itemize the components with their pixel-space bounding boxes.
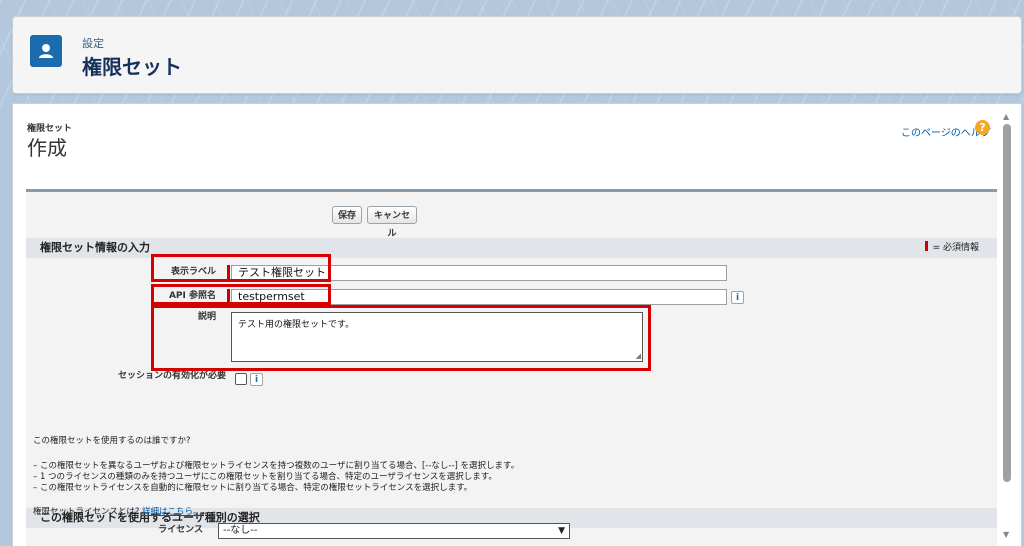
chevron-down-icon: ▼ xyxy=(558,526,565,536)
info-icon[interactable]: i xyxy=(731,291,744,304)
cancel-button[interactable]: キャンセル xyxy=(367,206,417,239)
save-button[interactable]: 保存 xyxy=(332,206,362,224)
highlight-box-description xyxy=(151,305,651,371)
scrollbar[interactable]: ▲ ▼ xyxy=(999,104,1019,546)
license-select-value: --なし-- xyxy=(223,525,258,536)
license-help-text: 権限セットライセンスとは? xyxy=(33,507,140,517)
required-legend-text: = 必須情報 xyxy=(932,243,979,253)
required-marker-icon xyxy=(924,241,928,251)
license-label: ライセンス xyxy=(158,525,203,535)
required-legend: = 必須情報 xyxy=(924,238,979,258)
scrollbar-thumb[interactable] xyxy=(1003,124,1011,482)
scroll-down-icon[interactable]: ▼ xyxy=(1003,530,1009,539)
session-activation-checkbox[interactable] xyxy=(235,373,247,385)
info-icon[interactable]: i xyxy=(250,373,263,386)
license-question: この権限セットを使用するのは誰ですか? xyxy=(33,436,191,446)
user-icon xyxy=(30,35,62,67)
license-select[interactable]: --なし-- ▼ xyxy=(218,523,570,539)
help-icon[interactable]: ? xyxy=(975,120,990,135)
license-bullet: – この権限セットライセンスを自動的に権限セットに割り当てる場合、特定の権限セッ… xyxy=(33,483,473,493)
main-panel: 権限セット 作成 このページのヘルプ ? 保存 キャンセル 権限セット情報の入力… xyxy=(12,103,1022,546)
page-heading: 作成 xyxy=(27,136,67,160)
header-subtitle: 設定 xyxy=(82,37,104,50)
details-link[interactable]: 詳細はこちら。 xyxy=(142,507,202,517)
page-title: 権限セット xyxy=(82,55,182,79)
scroll-up-icon[interactable]: ▲ xyxy=(1003,112,1009,121)
page-header: 設定 権限セット xyxy=(12,16,1022,94)
highlight-box-display-label xyxy=(151,254,331,282)
license-help-line: 権限セットライセンスとは? 詳細はこちら。 xyxy=(33,505,202,517)
section-title: 権限セット情報の入力 xyxy=(40,241,150,254)
highlight-box-api-name xyxy=(151,284,331,305)
